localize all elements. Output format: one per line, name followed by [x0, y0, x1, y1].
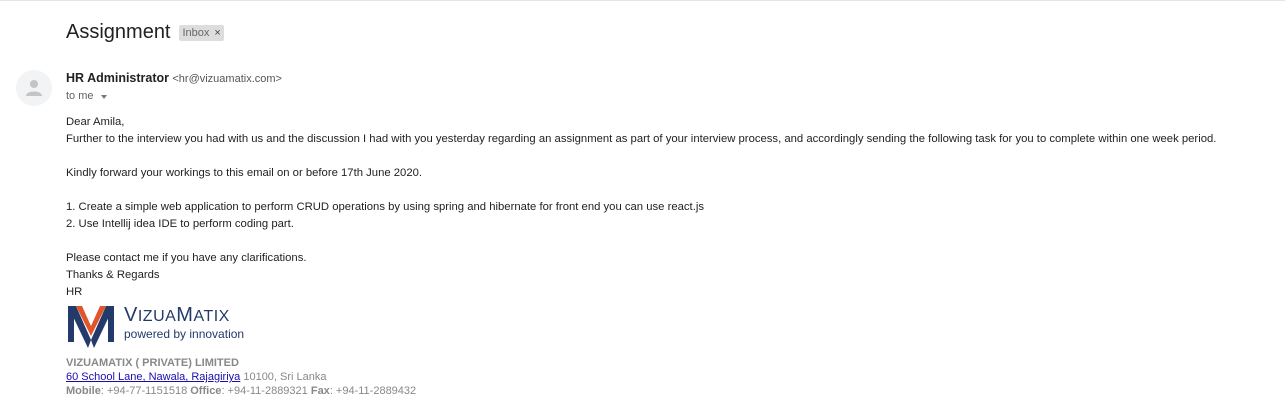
mobile-label: Mobile [66, 385, 101, 397]
subject-row: Assignment Inbox × [66, 19, 224, 45]
recipient-text: to me [66, 90, 94, 102]
sender-row: HR Administrator <hr@vizuamatix.com> [66, 70, 282, 87]
office-label: Office [190, 385, 222, 397]
show-details-chevron-icon[interactable] [100, 95, 107, 99]
person-icon [26, 80, 42, 96]
sender-name[interactable]: HR Administrator [66, 71, 169, 85]
logo-name-part: M [176, 304, 194, 326]
remove-label-icon[interactable]: × [214, 26, 220, 40]
office-value: : +94-11-2889321 [221, 385, 311, 397]
sender-email: <hr@vizuamatix.com> [172, 73, 282, 85]
closing-line: Thanks & Regards [66, 269, 160, 281]
email-signature: VIZUAMATIX ( PRIVATE) LIMITED 60 School … [66, 356, 416, 398]
logo-tagline: powered by innovation [124, 327, 245, 341]
email-subject: Assignment [66, 21, 171, 43]
fax-value: : +94-11-2889432 [329, 385, 417, 397]
recipient-row: to me [66, 89, 107, 103]
signoff-line: HR [66, 286, 83, 298]
logo-name-part: ATIX [193, 308, 230, 325]
phone-line: Mobile: +94-77-1151518 Office: +94-11-28… [66, 384, 416, 398]
task-item-1: 1. Create a simple web application to pe… [66, 201, 704, 213]
sender-avatar[interactable] [16, 70, 52, 106]
body-paragraph-1: Further to the interview you had with us… [66, 133, 1217, 145]
fax-label: Fax [310, 385, 330, 397]
address-link[interactable]: 60 School Lane, Nawala, Rajagiriya [66, 371, 240, 383]
mobile-value: : +94-77-1151518 [100, 385, 191, 397]
logo-wordmark: VIZUAMATIX powered by innovation [124, 304, 244, 341]
company-logo: VIZUAMATIX powered by innovation [66, 302, 246, 350]
address-line: 60 School Lane, Nawala, Rajagiriya 10100… [66, 370, 416, 384]
logo-name: VIZUAMATIX [124, 304, 244, 328]
greeting: Dear Amila, [66, 116, 125, 128]
body-paragraph-2: Kindly forward your workings to this ema… [66, 167, 423, 179]
company-name: VIZUAMATIX ( PRIVATE) LIMITED [66, 357, 239, 369]
task-item-2: 2. Use Intellij idea IDE to perform codi… [66, 218, 294, 230]
inbox-label-chip[interactable]: Inbox × [178, 24, 224, 41]
label-text: Inbox [182, 26, 210, 39]
logo-name-part: IZUA [137, 308, 177, 325]
address-rest: 10100, Sri Lanka [240, 371, 327, 383]
logo-name-part: V [124, 304, 138, 326]
contact-line: Please contact me if you have any clarif… [66, 252, 307, 264]
email-body: Dear Amila, Further to the interview you… [66, 114, 1216, 301]
top-divider [0, 0, 1285, 1]
vizuamatix-logo-mark-icon [68, 306, 114, 348]
